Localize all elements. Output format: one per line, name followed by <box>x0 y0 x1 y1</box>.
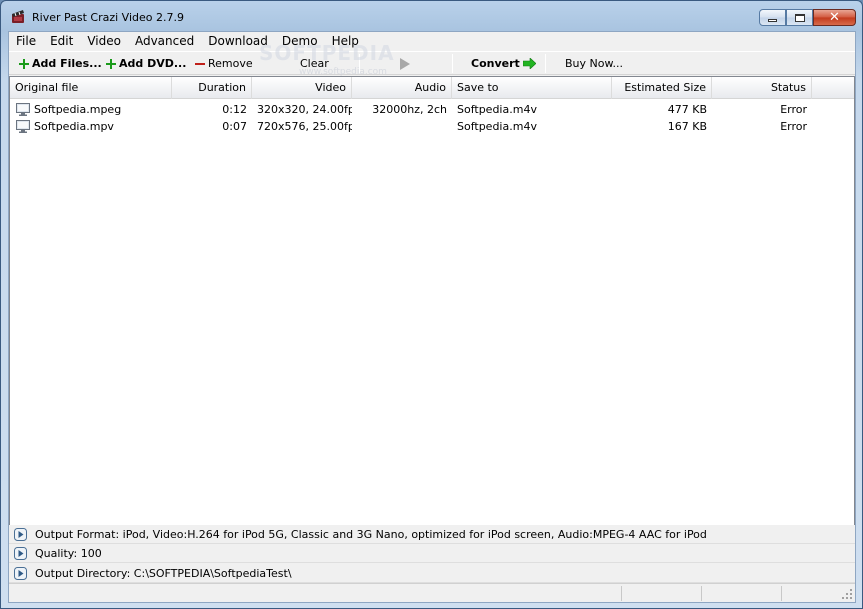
column-estimated-size[interactable]: Estimated Size <box>612 77 712 99</box>
title-bar[interactable]: River Past Crazi Video 2.7.9 ✕ <box>1 1 862 31</box>
add-dvd-button[interactable]: Add DVD... <box>106 54 186 73</box>
minimize-button[interactable] <box>759 9 786 26</box>
menu-edit[interactable]: Edit <box>43 32 80 50</box>
status-pane-divider <box>701 586 702 601</box>
toolbar-separator <box>545 54 546 73</box>
menu-video[interactable]: Video <box>80 32 128 50</box>
menu-advanced[interactable]: Advanced <box>128 32 201 50</box>
play-circle-icon <box>14 527 27 541</box>
output-format-text: Output Format: iPod, Video:H.264 for iPo… <box>35 527 707 541</box>
column-audio[interactable]: Audio <box>352 77 452 99</box>
output-directory-text: Output Directory: C:\SOFTPEDIA\Softpedia… <box>35 566 292 580</box>
menu-help[interactable]: Help <box>325 32 366 50</box>
toolbar-separator <box>359 54 360 73</box>
menu-file[interactable]: File <box>9 32 43 50</box>
cell-save-to: Softpedia.m4v <box>457 103 537 116</box>
arrow-right-icon <box>522 58 536 69</box>
cell-duration: 0:12 <box>222 103 247 116</box>
status-pane-divider <box>621 586 622 601</box>
clear-button[interactable]: Clear <box>300 54 329 73</box>
cell-audio <box>352 118 452 135</box>
convert-label: Convert <box>471 57 520 70</box>
cell-video: 320x320, 24.00fps <box>257 103 352 116</box>
buy-now-label: Buy Now... <box>565 57 623 70</box>
list-header: Original file Duration Video Audio Save … <box>10 77 854 99</box>
cell-file: Softpedia.mpv <box>34 120 114 133</box>
play-circle-icon <box>14 546 27 560</box>
add-files-button[interactable]: Add Files... <box>19 54 102 73</box>
cell-duration: 0:07 <box>222 120 247 133</box>
monitor-icon <box>16 103 30 116</box>
add-files-label: Add Files... <box>32 57 102 70</box>
cell-status: Error <box>780 103 807 116</box>
column-original-file[interactable]: Original file <box>10 77 172 99</box>
minimize-icon <box>768 19 777 22</box>
cell-audio: 32000hz, 2ch <box>372 103 447 116</box>
remove-button[interactable]: Remove <box>195 54 253 73</box>
close-button[interactable]: ✕ <box>813 9 856 26</box>
app-window: River Past Crazi Video 2.7.9 ✕ File Edit… <box>0 0 863 609</box>
play-circle-icon <box>14 566 27 580</box>
quality-row[interactable]: Quality: 100 <box>9 544 855 563</box>
table-row[interactable]: Softpedia.mpeg 0:12 320x320, 24.00fps 32… <box>10 101 854 118</box>
status-bar <box>9 583 855 602</box>
play-icon <box>400 57 410 70</box>
cell-size: 477 KB <box>667 103 707 116</box>
film-clapper-icon <box>12 10 24 23</box>
output-format-row[interactable]: Output Format: iPod, Video:H.264 for iPo… <box>9 525 855 544</box>
maximize-icon <box>794 13 805 22</box>
convert-button[interactable]: Convert <box>471 54 536 73</box>
cell-size: 167 KB <box>667 120 707 133</box>
column-video[interactable]: Video <box>252 77 352 99</box>
window-title: River Past Crazi Video 2.7.9 <box>32 11 184 24</box>
cell-save-to: Softpedia.m4v <box>457 120 537 133</box>
client-area: File Edit Video Advanced Download Demo H… <box>8 31 856 603</box>
toolbar-separator <box>452 54 453 73</box>
buy-now-button[interactable]: Buy Now... <box>565 54 623 73</box>
column-duration[interactable]: Duration <box>172 77 252 99</box>
add-dvd-label: Add DVD... <box>119 57 187 70</box>
resize-grip-icon[interactable] <box>841 588 853 600</box>
output-directory-row[interactable]: Output Directory: C:\SOFTPEDIA\Softpedia… <box>9 564 855 583</box>
column-save-to[interactable]: Save to <box>452 77 612 99</box>
cell-status: Error <box>780 120 807 133</box>
cell-video: 720x576, 25.00fps <box>257 120 352 133</box>
menu-demo[interactable]: Demo <box>275 32 325 50</box>
menu-download[interactable]: Download <box>201 32 275 50</box>
quality-text: Quality: 100 <box>35 546 102 560</box>
menu-bar: File Edit Video Advanced Download Demo H… <box>9 32 855 50</box>
close-icon: ✕ <box>829 10 840 25</box>
minus-icon <box>195 62 205 65</box>
table-row[interactable]: Softpedia.mpv 0:07 720x576, 25.00fps Sof… <box>10 118 854 135</box>
status-pane-divider <box>781 586 782 601</box>
clear-label: Clear <box>300 57 329 70</box>
toolbar: Add Files... Add DVD... Remove Clear Con… <box>9 51 855 75</box>
plus-icon <box>19 58 29 69</box>
remove-label: Remove <box>208 57 253 70</box>
play-button[interactable] <box>399 54 411 73</box>
maximize-button[interactable] <box>786 9 813 26</box>
plus-icon <box>106 58 116 69</box>
cell-file: Softpedia.mpeg <box>34 103 122 116</box>
column-status[interactable]: Status <box>712 77 812 99</box>
file-list[interactable]: Original file Duration Video Audio Save … <box>9 76 855 526</box>
monitor-icon <box>16 120 30 133</box>
